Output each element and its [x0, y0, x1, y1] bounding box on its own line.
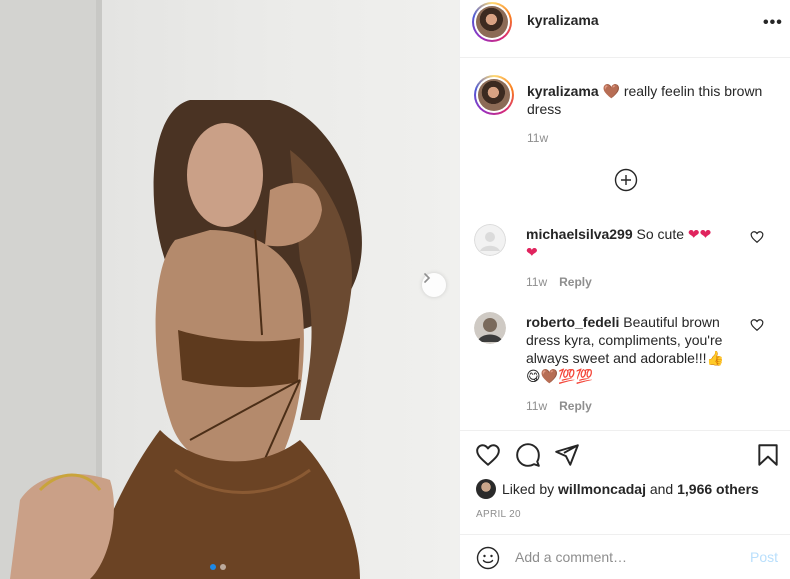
comment-username[interactable]: michaelsilva299: [526, 226, 633, 242]
post-photo[interactable]: [0, 0, 459, 579]
likes-prefix: Liked by: [502, 481, 555, 497]
likes-count[interactable]: 1,966 others: [677, 481, 759, 497]
red-heart-emoji: ❤: [526, 244, 538, 260]
add-comment-bar: Post: [460, 534, 790, 579]
carousel-next-button[interactable]: [422, 273, 446, 297]
comment-time[interactable]: 11w: [526, 275, 547, 289]
post-date[interactable]: APRIL 20: [476, 509, 521, 520]
chevron-right-icon: [424, 273, 431, 283]
heart-icon[interactable]: [475, 442, 501, 468]
post-detail-panel: kyralizama ••• kyralizama 🤎 really feeli…: [459, 0, 790, 579]
liker-avatar[interactable]: [476, 479, 496, 499]
emoji-row: 😋🤎💯💯: [526, 368, 593, 384]
post-photo-illustration: [0, 0, 362, 579]
caption-time[interactable]: 11w: [527, 131, 548, 145]
carousel-indicators: [210, 564, 226, 570]
paper-plane-icon[interactable]: [554, 442, 580, 468]
caption-username[interactable]: kyralizama: [527, 83, 599, 99]
comment-bubble-icon[interactable]: [515, 442, 541, 468]
post-header: kyralizama •••: [460, 0, 790, 58]
author-avatar: [476, 6, 508, 38]
red-hearts-emoji: ❤❤: [687, 226, 712, 242]
more-options-icon[interactable]: •••: [763, 14, 783, 32]
caption-avatar: [478, 79, 510, 111]
commenter-photo: [474, 312, 506, 344]
comment-meta: 11w Reply: [526, 399, 592, 413]
commenter-avatar[interactable]: [474, 312, 506, 344]
reply-button[interactable]: Reply: [559, 275, 592, 289]
post-comment-button[interactable]: Post: [750, 549, 778, 565]
comment-meta: 11w Reply: [526, 275, 592, 289]
caption-text: kyralizama 🤎 really feelin this brown dr…: [527, 82, 767, 118]
author-avatar-ring[interactable]: [472, 2, 512, 42]
likes-middle: and: [649, 481, 674, 497]
comment-input[interactable]: [515, 547, 735, 567]
comment-username[interactable]: roberto_fedeli: [526, 314, 619, 330]
comment-time[interactable]: 11w: [526, 399, 547, 413]
plus-circle-icon[interactable]: [614, 168, 638, 192]
likes-summary: Liked by willmoncadaj and 1,966 others: [476, 479, 759, 499]
like-comment-heart-icon[interactable]: [750, 318, 764, 332]
comment-text: michaelsilva299 So cute ❤❤ ❤: [526, 225, 751, 261]
comments-section: kyralizama 🤎 really feelin this brown dr…: [460, 58, 790, 430]
comment-body: So cute: [632, 226, 688, 242]
reply-button[interactable]: Reply: [559, 399, 592, 413]
bookmark-icon[interactable]: [755, 442, 781, 468]
carousel-dot: [220, 564, 226, 570]
carousel-dot-active: [210, 564, 216, 570]
face: [187, 123, 263, 227]
author-username[interactable]: kyralizama: [527, 12, 599, 28]
like-comment-heart-icon[interactable]: [750, 230, 764, 244]
default-avatar-icon: [474, 224, 506, 256]
post-actions: Liked by willmoncadaj and 1,966 others A…: [460, 430, 790, 520]
smiley-icon[interactable]: [476, 546, 500, 570]
brown-heart-emoji: 🤎: [602, 83, 620, 99]
liker-username[interactable]: willmoncadaj: [558, 481, 646, 497]
comment-text: roberto_fedeli Beautiful brown dress kyr…: [526, 313, 751, 385]
commenter-avatar[interactable]: [474, 224, 506, 256]
caption-avatar-ring[interactable]: [474, 75, 514, 115]
